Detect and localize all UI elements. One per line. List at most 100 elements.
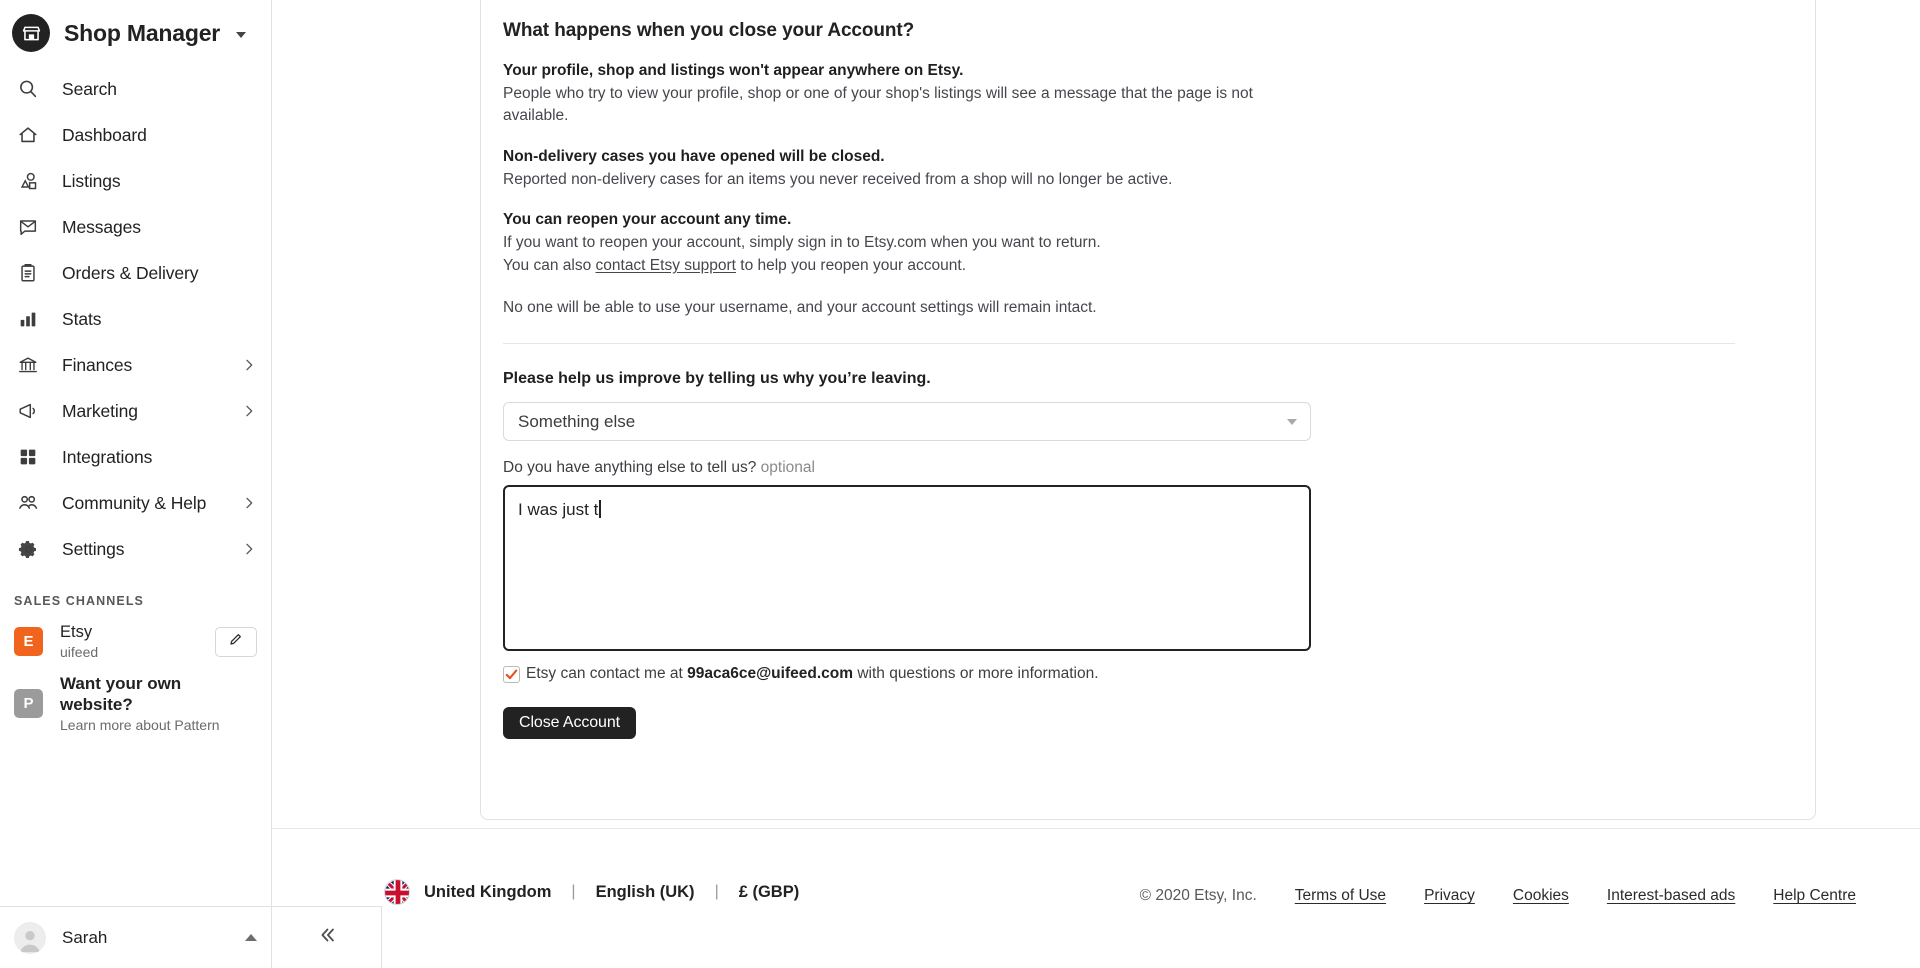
footer-link-cookies[interactable]: Cookies (1513, 887, 1569, 905)
consent-email: 99aca6ce@uifeed.com (687, 665, 854, 683)
footer-link-interest-based-ads[interactable]: Interest-based ads (1607, 887, 1735, 905)
optional-tag: optional (760, 459, 815, 477)
megaphone-icon (14, 397, 42, 425)
gear-icon (14, 535, 42, 563)
caret-down-icon[interactable] (236, 32, 247, 38)
contact-consent-row[interactable]: Etsy can contact me at 99aca6ce@uifeed.c… (503, 665, 1735, 683)
avatar-icon (14, 921, 46, 954)
footer-copyright: © 2020 Etsy, Inc. (1139, 887, 1257, 904)
text-cursor (599, 500, 601, 519)
reopen-text-pre: You can also (503, 256, 596, 274)
sidebar-item-listings[interactable]: Listings (0, 158, 271, 204)
channel-subtitle: Learn more about Pattern (60, 716, 220, 733)
bank-icon (14, 351, 42, 379)
uk-flag-icon (384, 879, 410, 905)
feedback-textarea[interactable]: I was just t (503, 485, 1311, 652)
feedback-prompt: Please help us improve by telling us why… (503, 370, 931, 388)
sales-channel-pattern[interactable]: P Want your own website? Learn more abou… (0, 667, 271, 740)
reopen-text-post: to help you reopen your account. (735, 256, 967, 274)
sales-channels-label: SALES CHANNELS (14, 594, 144, 608)
footer-link-terms-of-use[interactable]: Terms of Use (1295, 887, 1386, 905)
chevron-right-icon (241, 357, 257, 373)
footer-currency[interactable]: £ (GBP) (739, 883, 800, 902)
pattern-badge-icon: P (14, 689, 43, 719)
sidebar-item-settings[interactable]: Settings (0, 526, 271, 572)
chevron-right-icon (241, 541, 257, 557)
etsy-badge-icon: E (14, 627, 43, 657)
sidebar-item-label: Finances (62, 354, 133, 375)
footer-link-privacy[interactable]: Privacy (1424, 887, 1475, 905)
footer-separator-1: | (571, 883, 576, 900)
close-account-button[interactable]: Close Account (503, 707, 636, 740)
page-footer: United Kingdom | English (UK) | £ (GBP) … (272, 828, 1920, 968)
footer-country[interactable]: United Kingdom (424, 883, 551, 902)
feedback-label-text: Do you have anything else to tell us? (503, 459, 757, 477)
sidebar-item-label: Messages (62, 216, 141, 237)
user-account-bar[interactable]: Sarah (0, 906, 271, 968)
sales-channel-etsy[interactable]: E Etsy uifeed (0, 616, 271, 667)
sidebar-item-stats[interactable]: Stats (0, 296, 271, 342)
info-block-body: People who try to view your profile, sho… (503, 85, 1253, 125)
card-inner: What happens when you close your Account… (503, 0, 1735, 740)
footer-locale-group: United Kingdom | English (UK) | £ (GBP) (384, 879, 799, 905)
bar-chart-icon (14, 305, 42, 333)
pencil-icon (228, 631, 244, 652)
grid-icon (14, 443, 42, 471)
channel-text: Etsy uifeed (60, 622, 98, 661)
chevron-right-icon (241, 495, 257, 511)
envelope-icon (14, 213, 42, 241)
contact-consent-checkbox[interactable] (503, 665, 520, 683)
feedback-textarea-value: I was just t (518, 500, 599, 520)
leaving-reason-value: Something else (518, 411, 636, 431)
info-block-profile: Your profile, shop and listings won't ap… (503, 62, 1735, 128)
leaving-reason-select[interactable]: Something else (503, 402, 1311, 442)
page-title: What happens when you close your Account… (503, 20, 915, 41)
sidebar-item-search[interactable]: Search (0, 66, 271, 112)
sidebar-item-label: Community & Help (62, 492, 207, 513)
channel-text: Want your own website? Learn more about … (60, 673, 257, 734)
sidebar-item-dashboard[interactable]: Dashboard (0, 112, 271, 158)
info-block-reopen: You can reopen your account any time. If… (503, 211, 1735, 277)
select-caret-icon (1287, 418, 1297, 425)
footer-link-help-centre[interactable]: Help Centre (1773, 887, 1856, 905)
footer-language[interactable]: English (UK) (596, 883, 695, 902)
caret-up-icon[interactable] (245, 934, 257, 941)
main-content: What happens when you close your Account… (272, 0, 1920, 968)
sidebar-item-community-help[interactable]: Community & Help (0, 480, 271, 526)
channel-title: Etsy (60, 623, 93, 641)
sidebar-item-orders-delivery[interactable]: Orders & Delivery (0, 250, 271, 296)
sidebar-item-label: Integrations (62, 446, 153, 467)
sidebar-item-label: Settings (62, 538, 125, 559)
consent-post: with questions or more information. (853, 665, 1099, 683)
sidebar-item-finances[interactable]: Finances (0, 342, 271, 388)
collapse-sidebar-button[interactable] (272, 906, 382, 968)
channel-subtitle: uifeed (60, 643, 99, 660)
sidebar-item-label: Stats (62, 308, 102, 329)
home-icon (14, 121, 42, 149)
info-block-title: Non-delivery cases you have opened will … (503, 147, 885, 165)
username-note: No one will be able to use your username… (503, 299, 1097, 317)
section-divider (503, 343, 1735, 345)
brand-title: Shop Manager (64, 19, 221, 46)
shop-icon (12, 14, 50, 52)
consent-text: Etsy can contact me at 99aca6ce@uifeed.c… (526, 665, 1099, 683)
app-root: Shop Manager Search Dashboard Listings M… (0, 0, 1920, 968)
sidebar-item-label: Orders & Delivery (62, 262, 199, 283)
info-block-body: Reported non-delivery cases for an items… (503, 170, 1173, 188)
chevron-right-icon (241, 403, 257, 419)
double-chevron-left-icon (316, 924, 338, 951)
info-block-title: Your profile, shop and listings won't ap… (503, 62, 964, 79)
user-name: Sarah (62, 927, 108, 947)
consent-pre: Etsy can contact me at (526, 665, 688, 683)
close-account-card: What happens when you close your Account… (480, 0, 1816, 820)
sidebar-item-marketing[interactable]: Marketing (0, 388, 271, 434)
info-block-nondelivery: Non-delivery cases you have opened will … (503, 148, 1735, 191)
sidebar-item-integrations[interactable]: Integrations (0, 434, 271, 480)
footer-links-group: © 2020 Etsy, Inc. Terms of Use Privacy C… (1140, 879, 1856, 905)
shop-manager-brand[interactable]: Shop Manager (0, 0, 271, 66)
contact-etsy-support-link[interactable]: contact Etsy support (596, 257, 736, 274)
info-block-body-line1: If you want to reopen your account, simp… (503, 234, 1101, 252)
sidebar-scroll-area: Shop Manager Search Dashboard Listings M… (0, 0, 271, 906)
edit-shop-button[interactable] (215, 626, 257, 657)
sidebar-item-messages[interactable]: Messages (0, 204, 271, 250)
